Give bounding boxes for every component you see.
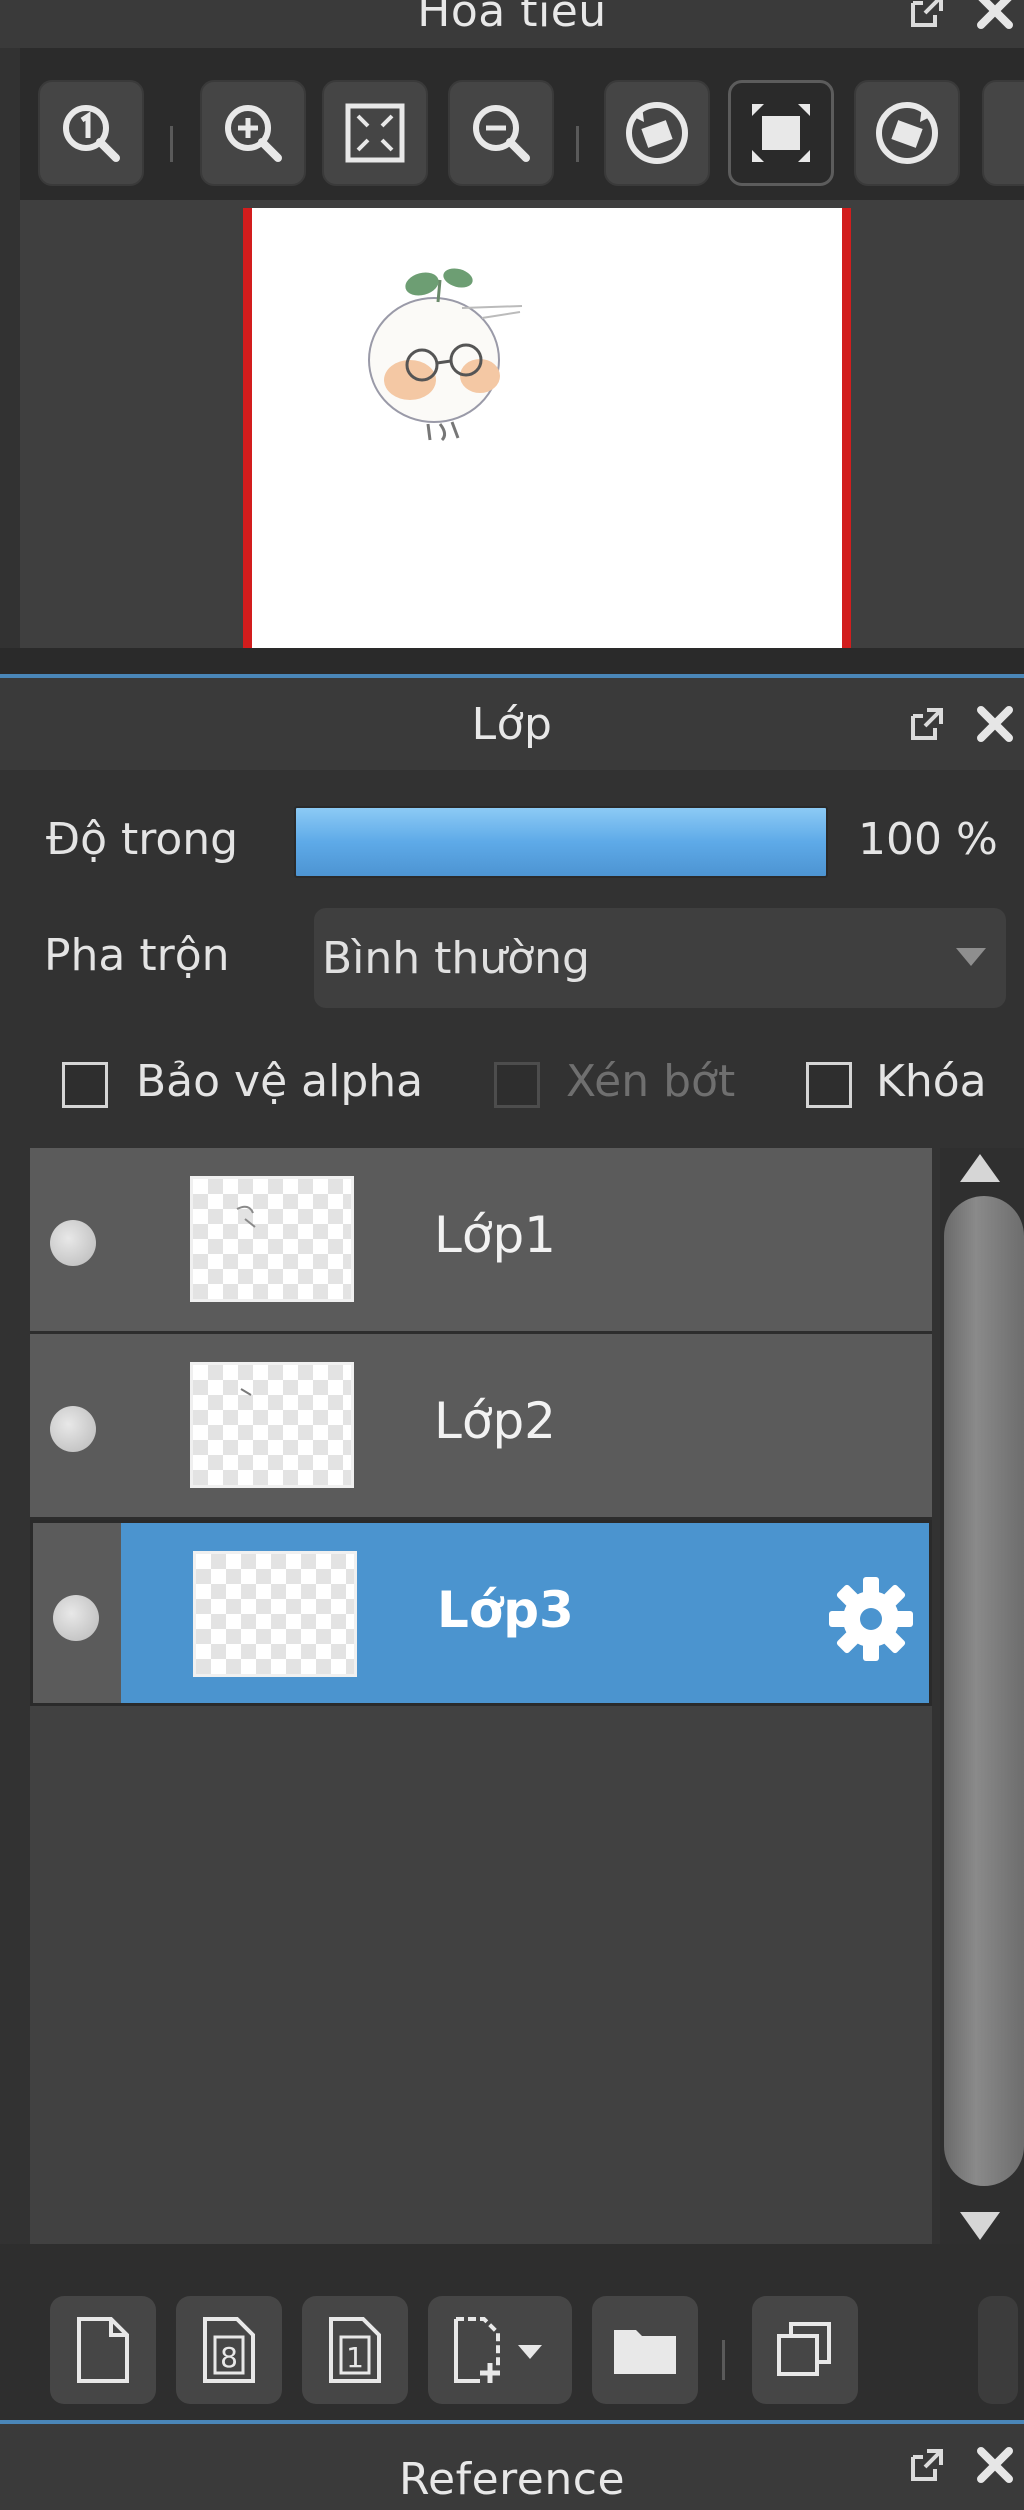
fit-window-button[interactable] <box>322 80 428 186</box>
protect-alpha-label: Bảo vệ alpha <box>136 1056 424 1107</box>
fit-canvas-button[interactable] <box>728 80 834 186</box>
zoom-in-button[interactable] <box>200 80 306 186</box>
toolbar-separator <box>722 2340 725 2380</box>
reference-header: Reference <box>0 2420 1024 2510</box>
fit-window-icon <box>345 103 405 163</box>
layer-row-selected[interactable]: Lớp3 <box>30 1520 932 1706</box>
layer-header-icons <box>904 678 1018 770</box>
scroll-thumb[interactable] <box>944 1196 1024 2186</box>
protect-alpha-checkbox[interactable] <box>62 1062 108 1108</box>
layer-toolbar: 8 1 <box>0 2244 1024 2424</box>
opacity-value: 100 % <box>858 814 998 865</box>
layer-list-scrollbar[interactable] <box>940 1148 1024 2244</box>
close-icon[interactable] <box>972 701 1018 747</box>
new-layer-button[interactable] <box>50 2296 156 2404</box>
clipping-checkbox[interactable] <box>494 1062 540 1108</box>
navigator-footer <box>0 648 1024 674</box>
preview-drawing <box>368 268 523 442</box>
8bit-layer-icon: 8 <box>203 2317 255 2383</box>
more-button[interactable] <box>982 80 1024 186</box>
lock-label: Khóa <box>876 1056 987 1107</box>
close-icon[interactable] <box>972 2442 1018 2488</box>
chevron-down-icon <box>956 948 986 966</box>
navigator-header-icons <box>904 0 1018 48</box>
layer-header: Lớp <box>0 678 1024 770</box>
layer-thumbnail <box>190 1362 354 1488</box>
blend-mode-select[interactable]: Bình thường <box>314 908 1006 1008</box>
navigator-title: Hoa tiêu <box>417 0 607 37</box>
visibility-toggle-icon[interactable] <box>50 1406 96 1452</box>
folder-icon <box>614 2330 676 2374</box>
1bit-layer-icon: 1 <box>329 2317 381 2383</box>
layer-panel: Lớp Độ trong 100 % Pha trộn Bình thường … <box>0 674 1024 2424</box>
new-1bit-layer-button[interactable]: 1 <box>302 2296 408 2404</box>
new-folder-button[interactable] <box>592 2296 698 2404</box>
rotate-right-icon <box>876 102 938 164</box>
opacity-label: Độ trong <box>46 814 239 865</box>
layer-list: Lớp1 Lớp2 Lớp3 <box>30 1148 932 2244</box>
new-page-icon <box>77 2317 129 2383</box>
new-8bit-layer-button[interactable]: 8 <box>176 2296 282 2404</box>
layer-name: Lớp3 <box>437 1581 574 1639</box>
layer-name: Lớp1 <box>434 1206 556 1264</box>
navigator-toolbar <box>20 48 1024 200</box>
more-button[interactable] <box>978 2296 1018 2404</box>
toolbar-separator <box>170 126 173 162</box>
add-layer-dropdown-icon <box>454 2317 542 2383</box>
popout-icon[interactable] <box>904 701 950 747</box>
layer-name: Lớp2 <box>434 1392 556 1450</box>
preview-canvas[interactable] <box>243 208 851 648</box>
toolbar-separator <box>576 126 579 162</box>
lock-checkbox[interactable] <box>806 1062 852 1108</box>
navigator-header: Hoa tiêu <box>0 0 1024 48</box>
rotate-left-button[interactable] <box>604 80 710 186</box>
svg-text:1: 1 <box>346 2341 364 2374</box>
reference-header-icons <box>904 2442 1018 2502</box>
layer-title: Lớp <box>471 698 553 750</box>
opacity-slider-fill <box>296 808 826 876</box>
scroll-down-icon[interactable] <box>960 2212 1000 2240</box>
opacity-slider[interactable] <box>294 806 828 878</box>
reference-title: Reference <box>398 2454 626 2505</box>
scroll-up-icon[interactable] <box>960 1154 1000 1182</box>
rotate-left-icon <box>626 102 688 164</box>
popout-icon[interactable] <box>904 2442 950 2488</box>
gear-icon[interactable] <box>827 1575 915 1663</box>
actual-size-button[interactable] <box>38 80 144 186</box>
layer-row[interactable]: Lớp1 <box>30 1148 932 1334</box>
zoom-in-icon <box>225 105 282 162</box>
layer-row[interactable]: Lớp2 <box>30 1334 932 1520</box>
duplicate-icon <box>777 2322 831 2376</box>
visibility-toggle-icon[interactable] <box>50 1220 96 1266</box>
add-layer-menu-button[interactable] <box>428 2296 572 2404</box>
popout-icon[interactable] <box>904 0 950 34</box>
layer-thumbnail <box>193 1551 357 1677</box>
svg-text:8: 8 <box>220 2341 238 2374</box>
blend-label: Pha trộn <box>44 930 230 981</box>
zoom-out-button[interactable] <box>448 80 554 186</box>
magnifier-one-icon <box>63 105 120 162</box>
visibility-toggle-icon[interactable] <box>53 1595 99 1641</box>
close-icon[interactable] <box>972 0 1018 34</box>
blend-mode-value: Bình thường <box>322 932 590 984</box>
clipping-label: Xén bớt <box>566 1056 736 1107</box>
rotate-right-button[interactable] <box>854 80 960 186</box>
layer-thumbnail <box>190 1176 354 1302</box>
duplicate-layer-button[interactable] <box>752 2296 858 2404</box>
navigator-preview[interactable] <box>20 200 1024 648</box>
zoom-out-icon <box>473 105 530 162</box>
fit-canvas-icon <box>752 104 810 162</box>
